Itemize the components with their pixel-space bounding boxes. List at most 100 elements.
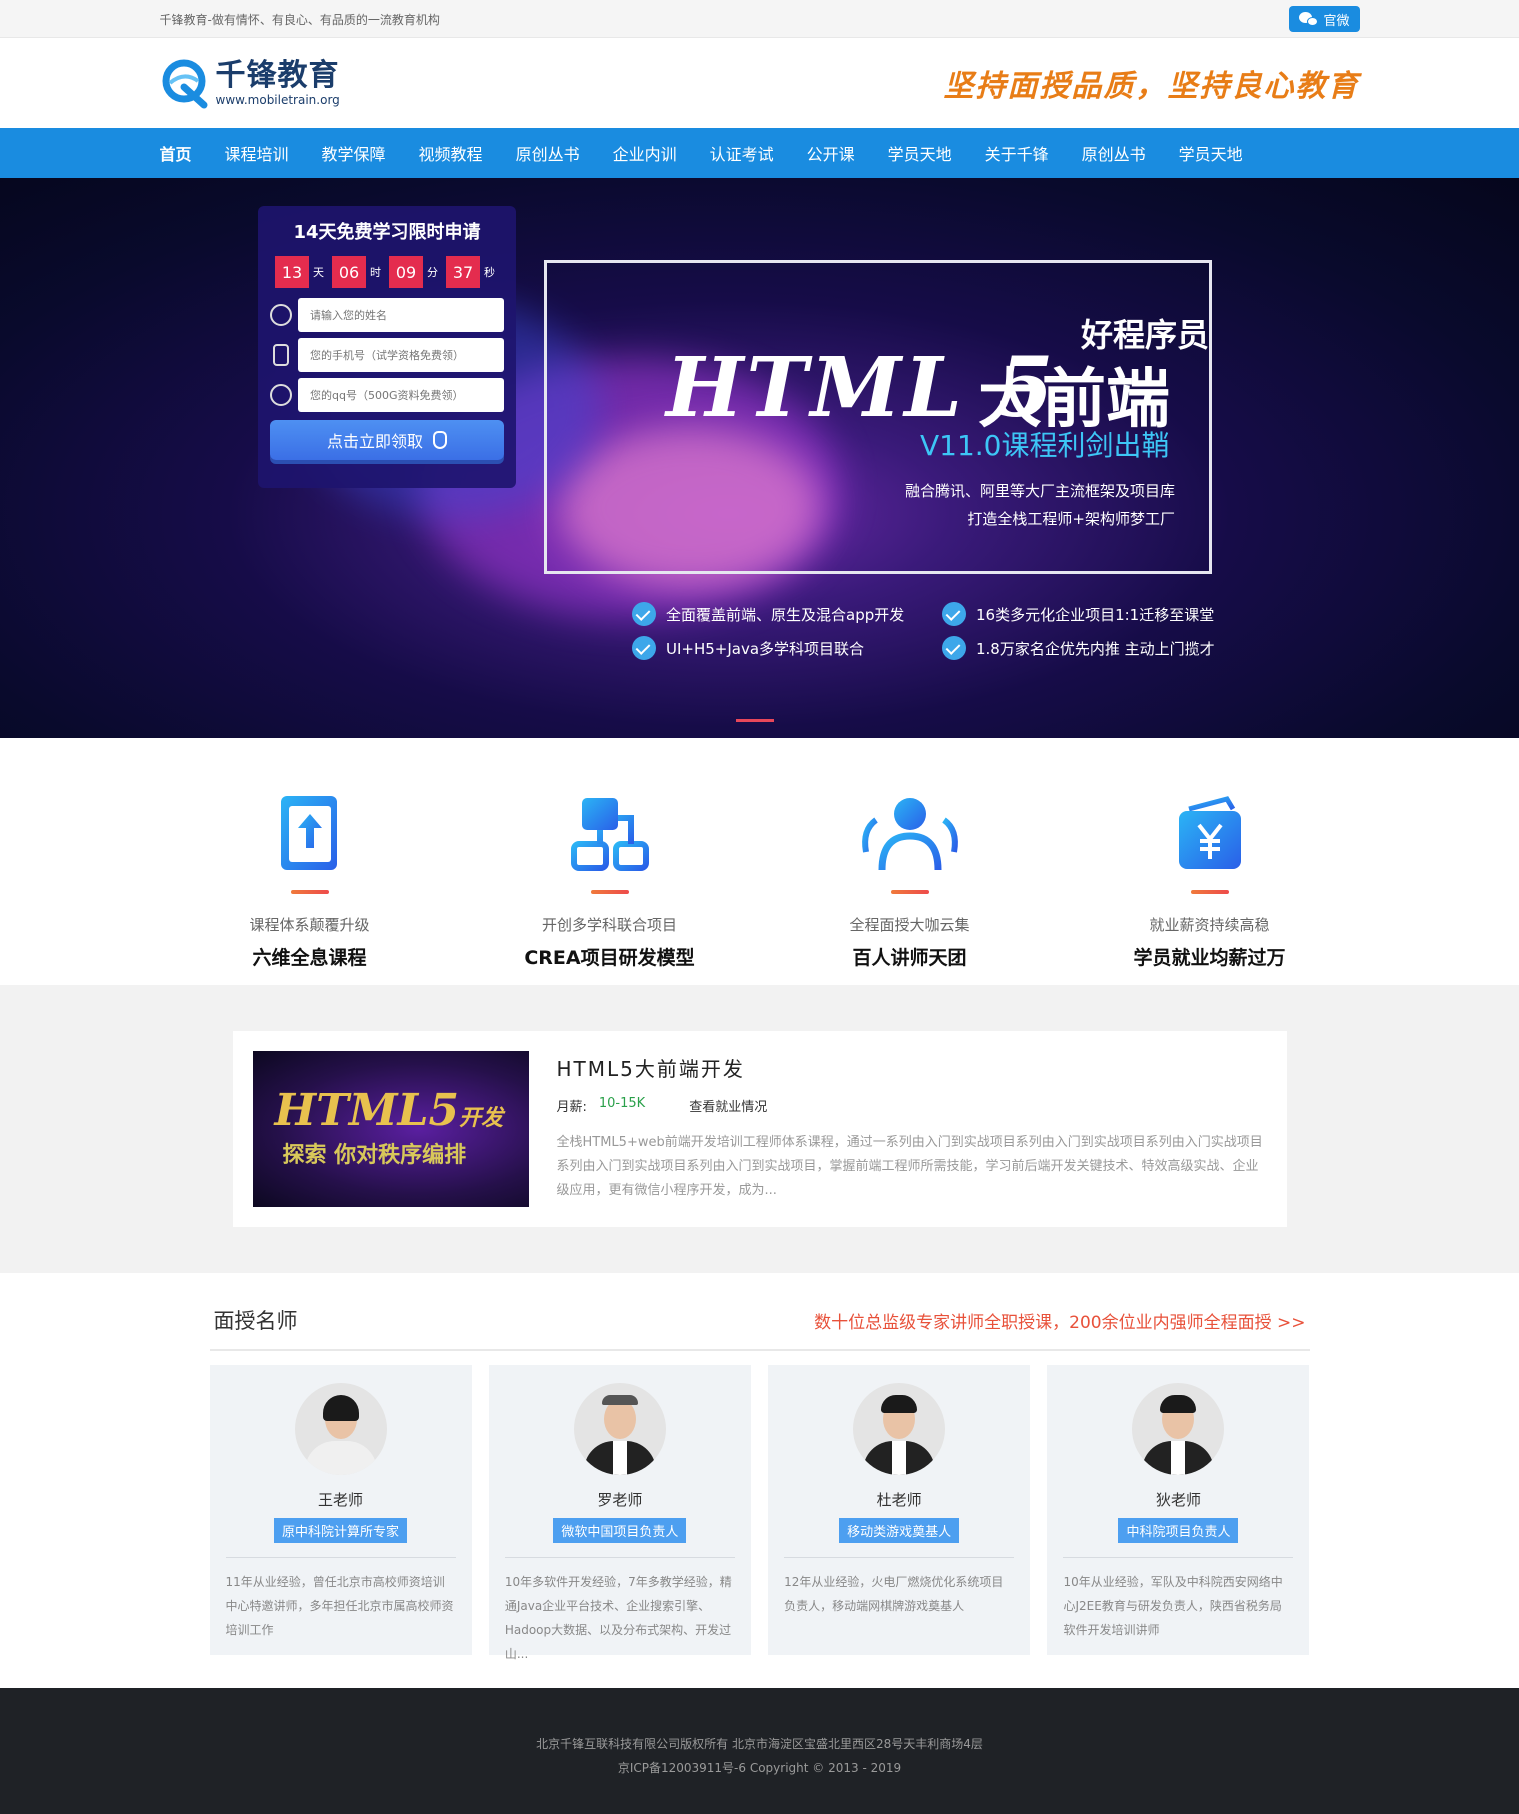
nav-students-2[interactable]: 学员天地 bbox=[1179, 141, 1243, 165]
avatar bbox=[853, 1383, 946, 1475]
teacher-name: 罗老师 bbox=[597, 1491, 643, 1509]
feature-accent bbox=[290, 890, 329, 894]
submit-button[interactable]: 点击立即领取 bbox=[270, 420, 504, 460]
nav-students[interactable]: 学员天地 bbox=[888, 141, 952, 165]
jobs-link[interactable]: 查看就业情况 bbox=[689, 1096, 767, 1115]
wechat-button[interactable]: 官微 bbox=[1289, 6, 1360, 32]
wallet-yen-icon bbox=[1178, 796, 1241, 869]
teachers-section: 面授名师 数十位总监级专家讲师全职授课，200余位业内强师全程面授 >> 王老师… bbox=[209, 1273, 1310, 1689]
nav-enterprise[interactable]: 企业内训 bbox=[613, 141, 677, 165]
teacher-desc: 11年从业经验，曾任北京市高校师资培训中心特邀讲师，多年担任北京市属高校师资培训… bbox=[225, 1575, 454, 1637]
course-description: 全栈HTML5+web前端开发培训工程师体系课程，通过一系列由入门到实战项目系列… bbox=[556, 1135, 1263, 1198]
avatar bbox=[294, 1383, 387, 1475]
people-icon bbox=[861, 798, 958, 871]
check-icon bbox=[942, 636, 966, 660]
course-image-title: HTML5开发 bbox=[274, 1085, 504, 1136]
top-bar: 千锋教育-做有情怀、有良心、有品质的一流教育机构 官微 bbox=[0, 0, 1519, 38]
teacher-desc: 10年多软件开发经验，7年多教学经验，精通Java企业平台技术、企业搜索引擎、H… bbox=[504, 1575, 732, 1661]
footer: 北京千锋互联科技有限公司版权所有 北京市海淀区宝盛北里西区28号天丰利商场4层 … bbox=[0, 1688, 1519, 1814]
banner-feature: UI+H5+Java多学科项目联合 bbox=[632, 636, 864, 660]
course-section: HTML5开发 探索 你对秩序编排 HTML5大前端开发 月薪: 10-15K … bbox=[0, 985, 1519, 1273]
logo[interactable]: 千锋教育 www.mobiletrain.org bbox=[160, 57, 340, 109]
user-icon bbox=[270, 304, 292, 326]
features-section: 课程体系颠覆升级 六维全息课程 开创多学科联合项目 CREA项目研发模型 全程面… bbox=[0, 738, 1519, 985]
nav-videos[interactable]: 视频教程 bbox=[419, 141, 483, 165]
teacher-card[interactable]: 罗老师 微软中国项目负责人 10年多软件开发经验，7年多教学经验，精通Java企… bbox=[488, 1365, 751, 1661]
salary-value: 10-15K bbox=[598, 1096, 646, 1111]
hand-pointer-icon bbox=[433, 431, 447, 449]
footer-copyright: 北京千锋互联科技有限公司版权所有 北京市海淀区宝盛北里西区28号天丰利商场4层 bbox=[536, 1737, 983, 1751]
top-slogan: 千锋教育-做有情怀、有良心、有品质的一流教育机构 bbox=[159, 12, 440, 27]
apply-title: 14天免费学习限时申请 bbox=[293, 222, 481, 243]
nav-teaching[interactable]: 教学保障 bbox=[322, 141, 386, 165]
hero-banner[interactable]: 好程序员 HTML 5 大前端 V11.0课程利剑出鞘 融合腾讯、阿里等大厂主流… bbox=[0, 178, 1519, 738]
nav-certification[interactable]: 认证考试 bbox=[710, 141, 774, 165]
course-title[interactable]: HTML5大前端开发 bbox=[557, 1053, 1267, 1082]
teacher-name: 狄老师 bbox=[1155, 1491, 1201, 1509]
teacher-card[interactable]: 狄老师 中科院项目负责人 10年从业经验，军队及中科院西安网络中心J2EE教育与… bbox=[1047, 1365, 1310, 1655]
header-slogan: 坚持面授品质，坚持良心教育 bbox=[943, 69, 1360, 104]
countdown-hours: 06 bbox=[332, 256, 366, 288]
check-icon bbox=[632, 636, 656, 660]
wechat-label: 官微 bbox=[1323, 13, 1350, 29]
teacher-name: 王老师 bbox=[317, 1491, 363, 1509]
name-input[interactable] bbox=[298, 298, 504, 332]
feature-accent bbox=[890, 890, 929, 894]
nav-courses[interactable]: 课程培训 bbox=[225, 141, 289, 165]
main-nav: 首页 课程培训 教学保障 视频教程 原创丛书 企业内训 认证考试 公开课 学员天… bbox=[0, 128, 1519, 178]
teacher-desc: 12年从业经验，火电厂燃烧优化系统项目负责人，移动端网棋牌游戏奠基人 bbox=[784, 1575, 1004, 1613]
nav-books-2[interactable]: 原创丛书 bbox=[1082, 141, 1146, 165]
countdown-minutes: 09 bbox=[389, 256, 423, 288]
teacher-card[interactable]: 杜老师 移动类游戏奠基人 12年从业经验，火电厂燃烧优化系统项目负责人，移动端网… bbox=[768, 1365, 1031, 1655]
avatar bbox=[573, 1383, 666, 1475]
book-upload-icon bbox=[280, 796, 337, 870]
avatar bbox=[1132, 1383, 1225, 1475]
logo-name: 千锋教育 bbox=[215, 58, 340, 93]
feature-accent bbox=[590, 890, 629, 894]
course-card[interactable]: HTML5开发 探索 你对秩序编排 HTML5大前端开发 月薪: 10-15K … bbox=[232, 1031, 1287, 1227]
nav-books[interactable]: 原创丛书 bbox=[516, 141, 580, 165]
banner-feature: 1.8万家名企优先内推 主动上门揽才 bbox=[942, 636, 1215, 660]
carousel-indicator[interactable] bbox=[736, 719, 774, 722]
nav-home[interactable]: 首页 bbox=[160, 141, 192, 165]
diagram-blocks-icon bbox=[570, 798, 649, 871]
header: 千锋教育 www.mobiletrain.org 坚持面授品质，坚持良心教育 bbox=[0, 38, 1519, 128]
teacher-badge: 中科院项目负责人 bbox=[1118, 1518, 1239, 1543]
teacher-desc: 10年从业经验，军队及中科院西安网络中心J2EE教育与研发负责人，陕西省税务局软… bbox=[1063, 1575, 1283, 1637]
wechat-icon bbox=[1299, 11, 1319, 27]
course-image-subtitle: 探索 你对秩序编排 bbox=[282, 1143, 467, 1168]
teacher-card[interactable]: 王老师 原中科院计算所专家 11年从业经验，曾任北京市高校师资培训中心特邀讲师，… bbox=[209, 1365, 472, 1655]
nav-about[interactable]: 关于千锋 bbox=[985, 141, 1049, 165]
teacher-badge: 移动类游戏奠基人 bbox=[839, 1518, 960, 1543]
teachers-more-link[interactable]: 数十位总监级专家讲师全职授课，200余位业内强师全程面授 >> bbox=[814, 1308, 1305, 1333]
teacher-badge: 原中科院计算所专家 bbox=[273, 1518, 407, 1543]
feature-item[interactable]: 课程体系颠覆升级 六维全息课程 bbox=[190, 792, 430, 970]
feature-item[interactable]: 就业薪资持续高稳 学员就业均薪过万 bbox=[1090, 792, 1330, 970]
nav-open-class[interactable]: 公开课 bbox=[807, 141, 855, 165]
feature-item[interactable]: 全程面授大咖云集 百人讲师天团 bbox=[790, 792, 1030, 970]
phone-icon bbox=[273, 344, 289, 366]
feature-accent bbox=[1190, 890, 1229, 894]
phone-input[interactable] bbox=[298, 338, 504, 372]
banner-line-2: 打造全栈工程师+架构师梦工厂 bbox=[967, 510, 1175, 528]
banner-version: V11.0课程利剑出鞘 bbox=[920, 429, 1170, 462]
salary-label: 月薪: bbox=[556, 1100, 587, 1115]
logo-mark-icon bbox=[162, 59, 207, 109]
banner-line-1: 融合腾讯、阿里等大厂主流框架及项目库 bbox=[904, 482, 1175, 500]
teacher-badge: 微软中国项目负责人 bbox=[553, 1518, 687, 1543]
check-icon bbox=[942, 602, 966, 626]
logo-url: www.mobiletrain.org bbox=[215, 93, 340, 107]
countdown: 13 天 06 时 09 分 37 秒 bbox=[270, 256, 504, 288]
teacher-name: 杜老师 bbox=[876, 1491, 922, 1509]
feature-item[interactable]: 开创多学科联合项目 CREA项目研发模型 bbox=[490, 792, 730, 970]
banner-feature: 全面覆盖前端、原生及混合app开发 bbox=[632, 602, 904, 626]
qq-input[interactable] bbox=[298, 378, 504, 412]
section-title: 面授名师 bbox=[213, 1309, 298, 1333]
footer-icp: 京ICP备12003911号-6 Copyright © 2013 - 2019 bbox=[617, 1761, 902, 1775]
countdown-seconds: 37 bbox=[446, 256, 480, 288]
apply-form: 14天免费学习限时申请 13 天 06 时 09 分 37 秒 点击立即领取 bbox=[258, 206, 516, 488]
qq-icon bbox=[270, 384, 292, 406]
check-icon bbox=[632, 602, 656, 626]
countdown-days: 13 bbox=[275, 256, 309, 288]
course-image[interactable]: HTML5开发 探索 你对秩序编排 bbox=[252, 1051, 529, 1207]
